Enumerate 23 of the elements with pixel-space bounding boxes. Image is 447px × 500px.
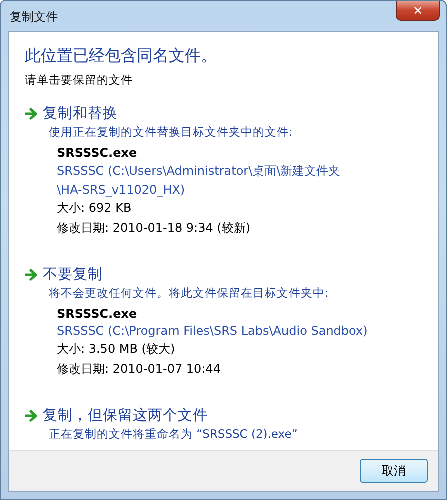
file-modified-date: 修改日期: 2010-01-07 10:44 xyxy=(57,361,222,378)
option-link[interactable]: 不要复制 xyxy=(43,265,103,284)
file-name: SRSSSC.exe xyxy=(57,307,138,321)
arrow-icon xyxy=(25,410,39,422)
file-size: 大小: 692 KB xyxy=(57,200,133,217)
file-size: 大小: 3.50 MB (较大) xyxy=(57,341,176,358)
file-path: SRSSSC (C:\Program Files\SRS Labs\Audio Sandbox) xyxy=(57,324,369,338)
option-description: 使用正在复制的文件替换目标文件夹中的文件: xyxy=(49,125,294,140)
close-button[interactable]: ✕ xyxy=(396,1,440,21)
cancel-button[interactable]: 取消 xyxy=(360,459,428,483)
option-link[interactable]: 复制，但保留这两个文件 xyxy=(43,406,208,425)
option-description: 将不会更改任何文件。将此文件保留在目标文件夹中: xyxy=(49,286,330,301)
arrow-icon xyxy=(25,108,39,120)
dialog-heading: 此位置已经包含同名文件。 xyxy=(25,46,218,67)
file-modified-date: 修改日期: 2010-01-18 9:34 (较新) xyxy=(57,220,252,237)
file-path: \HA-SRS_v11020_HX) xyxy=(57,183,186,197)
option-description: 正在复制的文件将重命名为 “SRSSSC (2).exe” xyxy=(49,427,299,442)
window-title: 复制文件 xyxy=(10,9,58,26)
instruction-text: 请单击要保留的文件 xyxy=(25,73,134,88)
arrow-icon xyxy=(25,268,39,280)
file-path: SRSSSC (C:\Users\Administrator\桌面\新建文件夹 xyxy=(57,163,342,180)
option-link[interactable]: 复制和替换 xyxy=(43,104,118,123)
file-name: SRSSSC.exe xyxy=(57,146,138,160)
